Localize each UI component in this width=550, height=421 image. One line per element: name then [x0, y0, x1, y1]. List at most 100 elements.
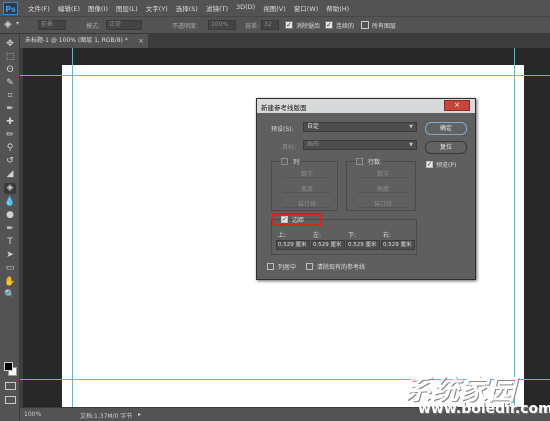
- stamp-icon[interactable]: ⚲: [4, 143, 16, 154]
- center-columns-checkbox[interactable]: [267, 263, 274, 270]
- mode-value: 正常: [109, 21, 122, 28]
- opacity-label: 不透明度:: [172, 23, 199, 30]
- columns-label: 列: [291, 157, 302, 166]
- rows-height-field[interactable]: 高度: [357, 184, 409, 193]
- healing-icon[interactable]: ✚: [4, 117, 16, 128]
- dialog-title: 新建参考线版面: [261, 104, 307, 112]
- reset-button[interactable]: 复位: [425, 141, 467, 154]
- blur-icon[interactable]: 💧: [4, 197, 16, 208]
- ok-button[interactable]: 确定: [425, 122, 467, 135]
- quick-mask-icon[interactable]: [5, 382, 16, 390]
- menu-image[interactable]: 图像(I): [88, 3, 108, 13]
- move-icon[interactable]: ✥: [4, 39, 16, 50]
- center-columns-label: 列居中: [278, 264, 297, 271]
- close-icon: ×: [454, 101, 460, 109]
- margin-right-input[interactable]: 0.529 厘米: [381, 240, 415, 250]
- marquee-icon[interactable]: ⬚: [4, 52, 16, 63]
- status-arrow-icon[interactable]: ▸: [138, 411, 141, 418]
- margin-top-input[interactable]: 0.529 厘米: [276, 240, 310, 250]
- menu-help[interactable]: 帮助(H): [326, 3, 349, 13]
- margin-top-label: 上:: [278, 232, 287, 239]
- guide-right[interactable]: [514, 48, 515, 407]
- document-info[interactable]: 文档:1.37M/0 字节: [80, 411, 132, 420]
- fill-source-select[interactable]: 前景: [38, 20, 66, 30]
- columns-checkbox[interactable]: [281, 158, 288, 165]
- antialias-checkbox[interactable]: ✓: [285, 21, 293, 29]
- history-brush-icon[interactable]: ↺: [4, 156, 16, 167]
- zoom-icon[interactable]: 🔍: [4, 290, 16, 301]
- document-tab-title: 未标题-1 @ 100% (图层 1, RGB/8) *: [25, 37, 128, 44]
- path-select-icon[interactable]: ➤: [4, 250, 16, 261]
- margin-bottom-value: 0.529 厘米: [348, 242, 377, 248]
- menu-type[interactable]: 文字(Y): [146, 3, 168, 13]
- toolbar: ✥ ⬚ ʘ ✎ ⌗ ✒ ✚ ✏ ⚲ ↺ ◢ ◈ 💧 ● ✒ T ➤ ▭ ✋ 🔍: [0, 34, 20, 421]
- menu-bar: Ps 文件(F) 编辑(E) 图像(I) 图层(L) 文字(Y) 选择(S) 滤…: [0, 0, 550, 16]
- all-layers-label: 所有图层: [372, 23, 397, 30]
- hand-icon[interactable]: ✋: [4, 277, 16, 288]
- tolerance-label: 容差:: [245, 23, 260, 30]
- clear-guides-checkbox[interactable]: [306, 263, 313, 270]
- rectangle-icon[interactable]: ▭: [4, 263, 16, 274]
- paint-bucket-icon[interactable]: ◈: [4, 183, 16, 194]
- chevron-down-icon: ▼: [409, 142, 413, 148]
- preview-checkbox[interactable]: ✓: [426, 161, 433, 168]
- margin-checkbox[interactable]: ✓: [281, 216, 288, 223]
- pen-icon[interactable]: ✒: [4, 224, 16, 235]
- lasso-icon[interactable]: ʘ: [4, 65, 16, 76]
- clear-guides-label: 清除现有的参考线: [317, 264, 366, 271]
- tool-preset-caret-icon[interactable]: ▾: [16, 20, 19, 27]
- close-tab-icon[interactable]: ×: [138, 34, 144, 48]
- margin-label: 边距: [292, 217, 305, 224]
- guide-top[interactable]: [20, 75, 550, 76]
- guide-left[interactable]: [72, 48, 73, 407]
- document-tab[interactable]: 未标题-1 @ 100% (图层 1, RGB/8) * ×: [20, 34, 148, 48]
- brush-icon[interactable]: ✏: [4, 130, 16, 141]
- menu-view[interactable]: 视图(V): [263, 3, 286, 13]
- eyedropper-icon[interactable]: ✒: [4, 104, 16, 115]
- columns-number-field[interactable]: 数字: [283, 169, 331, 178]
- screen-mode-icon[interactable]: [5, 396, 16, 404]
- zoom-level[interactable]: 100%: [24, 411, 41, 418]
- menu-edit[interactable]: 编辑(E): [58, 3, 80, 13]
- dodge-icon[interactable]: ●: [4, 210, 16, 221]
- foreground-color-swatch[interactable]: [4, 362, 13, 371]
- menu-3d[interactable]: 3D(D): [236, 3, 255, 13]
- dialog-close-button[interactable]: ×: [444, 100, 470, 111]
- options-bar: ◈ ▾ 前景 模式: 正常 不透明度: 100% 容差: 32 ✓ 消除锯齿 ✓…: [0, 16, 550, 34]
- margin-bottom-input[interactable]: 0.529 厘米: [346, 240, 380, 250]
- target-label: 目标:: [282, 144, 297, 151]
- menu-window[interactable]: 窗口(W): [294, 3, 319, 13]
- menu-filter[interactable]: 滤镜(T): [206, 3, 228, 13]
- tolerance-input[interactable]: 32: [261, 20, 279, 30]
- menu-file[interactable]: 文件(F): [28, 3, 50, 13]
- opacity-value: 100%: [211, 21, 229, 28]
- preset-value: 自定: [307, 123, 320, 130]
- fill-source-value: 前景: [41, 21, 54, 28]
- preset-select[interactable]: 自定 ▼: [303, 122, 417, 132]
- photoshop-logo: Ps: [3, 1, 18, 15]
- dialog-titlebar[interactable]: 新建参考线版面 ×: [257, 99, 475, 113]
- contiguous-checkbox[interactable]: ✓: [325, 21, 333, 29]
- margin-bottom-label: 下:: [348, 232, 357, 239]
- margin-left-input[interactable]: 0.529 厘米: [311, 240, 345, 250]
- rows-number-field[interactable]: 数字: [357, 169, 409, 178]
- menu-select[interactable]: 选择(S): [176, 3, 198, 13]
- opacity-input[interactable]: 100%: [208, 20, 236, 30]
- menu-layer[interactable]: 图层(L): [116, 3, 138, 13]
- paint-bucket-tool-icon[interactable]: ◈: [4, 19, 12, 30]
- quick-select-icon[interactable]: ✎: [4, 78, 16, 89]
- type-icon[interactable]: T: [4, 237, 16, 248]
- rows-label: 行数: [366, 157, 383, 166]
- margin-right-value: 0.529 厘米: [383, 242, 412, 248]
- target-select[interactable]: 画布 ▼: [303, 140, 417, 150]
- rows-checkbox[interactable]: [356, 158, 363, 165]
- rows-gutter-field[interactable]: 装订线: [357, 199, 409, 208]
- all-layers-checkbox[interactable]: [361, 21, 369, 29]
- eraser-icon[interactable]: ◢: [4, 169, 16, 180]
- columns-gutter-field[interactable]: 装订线: [283, 199, 331, 208]
- columns-width-field[interactable]: 宽度: [283, 184, 331, 193]
- mode-select[interactable]: 正常: [106, 20, 142, 30]
- tab-bar: 未标题-1 @ 100% (图层 1, RGB/8) * ×: [20, 34, 550, 48]
- crop-icon[interactable]: ⌗: [4, 91, 16, 102]
- watermark: 系统家园 www.boledir.com: [400, 368, 550, 421]
